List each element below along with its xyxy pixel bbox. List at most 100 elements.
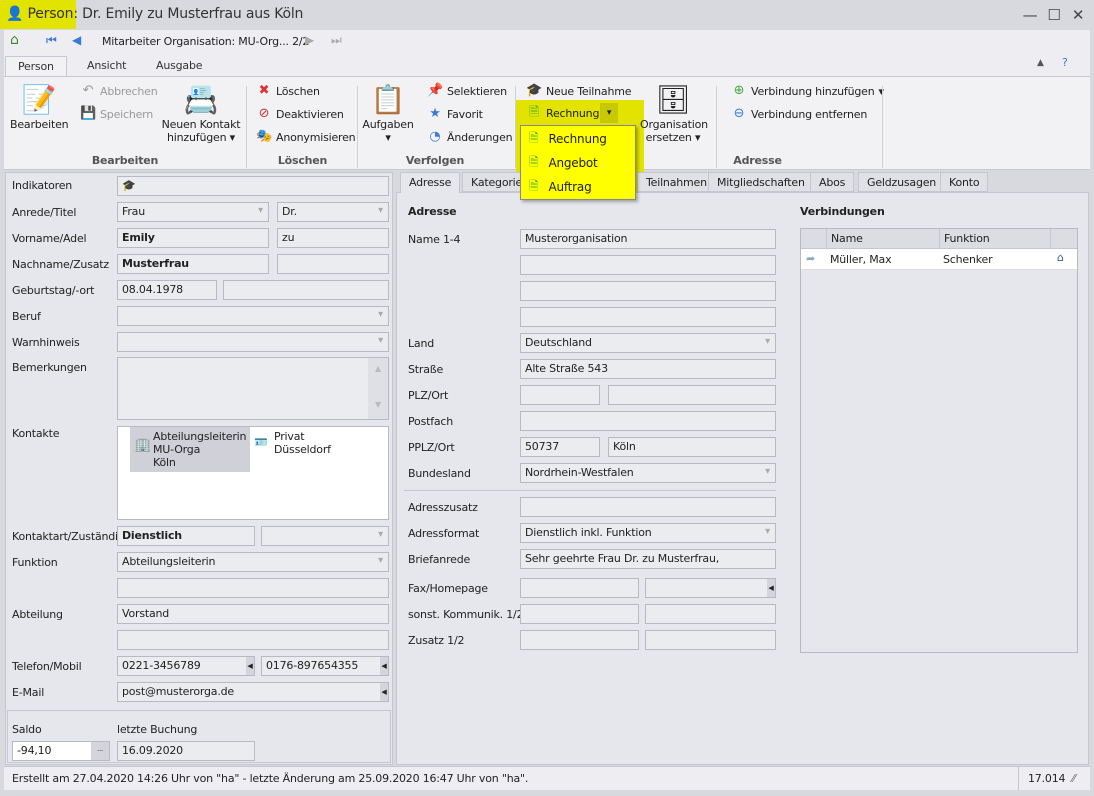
address-format-select[interactable]: Dienstlich inkl. Funktion [520, 523, 776, 543]
select-button[interactable]: 📌 Selektieren [427, 83, 507, 99]
save-button[interactable]: 💾 Speichern [80, 106, 153, 122]
birthdate-input[interactable]: 08.04.1978 [117, 280, 217, 300]
tab-konto[interactable]: Konto [940, 172, 989, 192]
name3-input[interactable] [520, 281, 776, 301]
menu-item-auftrag[interactable]: 🗎 Auftrag [521, 175, 635, 199]
street-input[interactable]: Alte Straße 543 [520, 359, 776, 379]
letter-salutation-input[interactable]: Sehr geehrte Frau Dr. zu Musterfrau, [520, 549, 776, 569]
tab-teilnahmen[interactable]: Teilnahmen [637, 172, 716, 192]
resize-grip-icon[interactable]: ⁄⁄ [1072, 772, 1076, 785]
other-comm1-input[interactable] [520, 604, 639, 624]
new-participation-button[interactable]: 🎓 Neue Teilnahme [526, 83, 632, 99]
close-button[interactable]: ✕ [1068, 6, 1088, 24]
profession-select[interactable] [117, 306, 389, 326]
po-city-input[interactable]: Köln [608, 437, 776, 457]
first-name-input[interactable]: Emily [117, 228, 269, 248]
contact-item[interactable]: 🪪 Privat Düsseldorf [252, 427, 362, 459]
birthplace-input[interactable] [223, 280, 389, 300]
name2-input[interactable] [520, 255, 776, 275]
remove-icon: ⊖ [733, 106, 745, 121]
address-extra-input[interactable] [520, 497, 776, 517]
delete-x-icon: ✖ [258, 83, 270, 98]
state-select[interactable]: Nordrhein-Westfalen [520, 463, 776, 483]
table-row[interactable]: ➦ Müller, Max Schenker ⌂ [801, 249, 1077, 270]
column-header-name[interactable]: Name [826, 229, 867, 249]
balance-input[interactable]: -94,10 ··· [12, 741, 110, 761]
next-record-icon[interactable]: ▶ [305, 33, 314, 47]
replace-organisation-button[interactable]: 🗄 Organisation ersetzen ▾ [640, 82, 708, 144]
contact-item[interactable]: 🏢 Abteilungsleiterin MU-Orga Köln [130, 427, 250, 472]
open-homepage-button[interactable]: ◀ [767, 579, 775, 597]
document-add-icon: 🗎 [529, 130, 539, 145]
tab-kategorien[interactable]: Kategorien [462, 172, 522, 192]
home-icon[interactable]: ⌂ [10, 32, 19, 48]
scrollbar[interactable]: ▲ ▼ [368, 358, 388, 419]
country-select[interactable]: Deutschland [520, 333, 776, 353]
responsible-select[interactable] [261, 526, 389, 546]
name1-input[interactable]: Musterorganisation [520, 229, 776, 249]
invoice-dropdown-arrow[interactable]: ▾ [600, 103, 618, 123]
send-email-button[interactable]: ◀ [380, 683, 388, 701]
homepage-input[interactable]: ◀ [645, 578, 776, 598]
more-button[interactable]: ··· [91, 742, 109, 760]
help-icon[interactable]: ? [1062, 56, 1068, 69]
delete-button[interactable]: ✖ Löschen [256, 83, 320, 99]
tab-person[interactable]: Person [5, 56, 67, 76]
menu-item-angebot[interactable]: 🗎 Angebot [521, 151, 635, 175]
nobility-input[interactable]: zu [277, 228, 389, 248]
name-suffix-input[interactable] [277, 254, 389, 274]
department-extra-input[interactable] [117, 630, 389, 650]
last-record-icon[interactable]: ⏭ [331, 33, 342, 48]
remarks-textarea[interactable]: ▲ ▼ [117, 357, 389, 420]
changes-button[interactable]: ◔ Änderungen [427, 129, 512, 145]
name4-input[interactable] [520, 307, 776, 327]
menu-item-rechnung[interactable]: 🗎 Rechnung [521, 127, 635, 151]
tab-abos[interactable]: Abos [810, 172, 855, 192]
column-header-funktion[interactable]: Funktion [939, 229, 994, 249]
city-input[interactable] [608, 385, 776, 405]
email-input[interactable]: post@musterorga.de ◀ [117, 682, 389, 702]
house-icon[interactable]: ⌂ [1057, 251, 1064, 264]
po-zip-input[interactable]: 50737 [520, 437, 600, 457]
tab-ansicht[interactable]: Ansicht [75, 56, 138, 76]
collapse-ribbon-icon[interactable]: ▲ [1037, 58, 1044, 68]
remove-connection-button[interactable]: ⊖ Verbindung entfernen [731, 106, 868, 122]
tasks-button[interactable]: 📋 Aufgaben ▾ [362, 82, 414, 144]
tab-ausgabe[interactable]: Ausgabe [144, 56, 214, 76]
first-record-icon[interactable]: ⏮ [46, 33, 57, 48]
new-contact-button[interactable]: 📇 Neuen Kontakt hinzufügen ▾ [160, 82, 242, 144]
previous-record-icon[interactable]: ◀ [72, 33, 81, 47]
contact-type-input[interactable]: Dienstlich [117, 526, 255, 546]
zip-input[interactable] [520, 385, 600, 405]
last-name-input[interactable]: Musterfrau [117, 254, 269, 274]
tab-mitgliedschaften[interactable]: Mitgliedschaften [708, 172, 814, 192]
mobile-input[interactable]: 0176-897654355 ◀ [261, 656, 389, 676]
invoice-dropdown-menu: 🗎 Rechnung 🗎 Angebot 🗎 Auftrag [520, 125, 636, 200]
tab-geldzusagen[interactable]: Geldzusagen [858, 172, 946, 192]
call-button[interactable]: ◀ [246, 657, 254, 675]
indicators-field: 🎓 [117, 176, 389, 196]
phone-input[interactable]: 0221-3456789 ◀ [117, 656, 255, 676]
function-extra-input[interactable] [117, 578, 389, 598]
warning-select[interactable] [117, 332, 389, 352]
cancel-button[interactable]: ↶ Abbrechen [80, 83, 158, 99]
maximize-button[interactable]: ☐ [1044, 6, 1064, 24]
favorite-button[interactable]: ★ Favorit [427, 106, 483, 122]
department-input[interactable]: Vorstand [117, 604, 389, 624]
edit-button[interactable]: 📝 Bearbeiten [10, 82, 69, 131]
group-divider [246, 86, 247, 168]
fax-input[interactable] [520, 578, 639, 598]
extra2-input[interactable] [645, 630, 776, 650]
salutation-select[interactable]: Frau [117, 202, 269, 222]
tab-adresse[interactable]: Adresse [400, 172, 461, 193]
function-select[interactable]: Abteilungsleiterin [117, 552, 389, 572]
deactivate-button[interactable]: ⊘ Deaktivieren [256, 106, 344, 122]
other-comm2-input[interactable] [645, 604, 776, 624]
anonymize-button[interactable]: 🎭 Anonymisieren [256, 129, 356, 145]
add-connection-button[interactable]: ⊕Verbindung hinzufügen ▾ [731, 83, 884, 99]
extra1-input[interactable] [520, 630, 639, 650]
title-select[interactable]: Dr. [277, 202, 389, 222]
call-mobile-button[interactable]: ◀ [380, 657, 388, 675]
minimize-button[interactable]: — [1020, 6, 1040, 24]
po-box-input[interactable] [520, 411, 776, 431]
